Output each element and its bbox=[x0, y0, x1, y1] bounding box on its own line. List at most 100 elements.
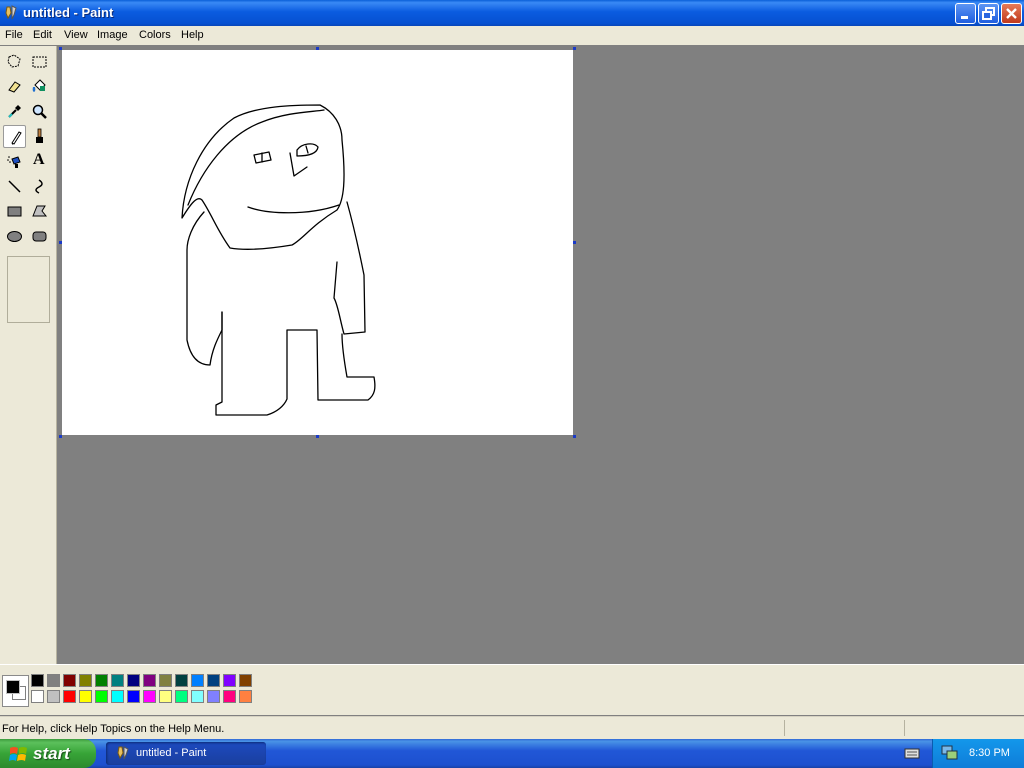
color-swatch[interactable] bbox=[47, 690, 60, 703]
taskbar: start untitled - Paint 8:30 PM bbox=[0, 739, 1024, 768]
color-swatch[interactable] bbox=[207, 674, 220, 687]
start-button[interactable]: start bbox=[0, 739, 96, 768]
tool-options-box[interactable] bbox=[7, 256, 50, 323]
tool-brush[interactable] bbox=[28, 125, 51, 148]
clock[interactable]: 8:30 PM bbox=[969, 747, 1010, 759]
resize-handle bbox=[59, 241, 62, 244]
status-divider bbox=[904, 720, 905, 736]
line-icon bbox=[8, 180, 21, 193]
tool-magnifier[interactable] bbox=[28, 100, 51, 123]
color-swatch[interactable] bbox=[79, 690, 92, 703]
resize-handle bbox=[316, 47, 319, 50]
tool-text[interactable]: A bbox=[28, 150, 51, 173]
status-divider bbox=[784, 720, 785, 736]
eraser-icon bbox=[8, 81, 21, 93]
color-swatch[interactable] bbox=[63, 690, 76, 703]
tool-ellipse[interactable] bbox=[3, 225, 26, 248]
color-swatch[interactable] bbox=[143, 674, 156, 687]
color-swatch[interactable] bbox=[79, 674, 92, 687]
minimize-button[interactable] bbox=[955, 3, 976, 24]
airbrush-icon bbox=[7, 156, 21, 168]
color-swatch[interactable] bbox=[95, 674, 108, 687]
resize-handle-corner[interactable] bbox=[573, 435, 576, 438]
close-button[interactable] bbox=[1001, 3, 1022, 24]
foreground-color bbox=[6, 680, 20, 694]
tool-pick-color[interactable] bbox=[3, 100, 26, 123]
menu-colors[interactable]: Colors bbox=[139, 29, 171, 41]
color-swatch[interactable] bbox=[95, 690, 108, 703]
system-tray: 8:30 PM bbox=[932, 739, 1024, 768]
resize-handle-bottom[interactable] bbox=[316, 435, 319, 438]
color-swatch[interactable] bbox=[239, 690, 252, 703]
color-swatch[interactable] bbox=[47, 674, 60, 687]
tool-airbrush[interactable] bbox=[3, 150, 26, 173]
color-swatch[interactable] bbox=[191, 674, 204, 687]
color-swatch[interactable] bbox=[31, 674, 44, 687]
tool-fill-with-color[interactable] bbox=[28, 75, 51, 98]
tool-polygon[interactable] bbox=[28, 200, 51, 223]
paint-app-icon bbox=[117, 746, 129, 760]
tool-curve[interactable] bbox=[28, 175, 51, 198]
tool-eraser[interactable] bbox=[3, 75, 26, 98]
color-swatch[interactable] bbox=[175, 674, 188, 687]
text-icon: A bbox=[33, 151, 45, 168]
color-box bbox=[0, 664, 1024, 715]
keyboard-icon[interactable] bbox=[904, 746, 920, 760]
color-swatch[interactable] bbox=[191, 690, 204, 703]
menu-view[interactable]: View bbox=[64, 29, 88, 41]
status-help-text: For Help, click Help Topics on the Help … bbox=[2, 723, 225, 735]
start-label: start bbox=[33, 744, 70, 763]
status-bar: For Help, click Help Topics on the Help … bbox=[0, 716, 1024, 739]
menu-file[interactable]: File bbox=[5, 29, 23, 41]
color-swatch[interactable] bbox=[159, 690, 172, 703]
tool-rounded-rectangle[interactable] bbox=[28, 225, 51, 248]
color-swatch[interactable] bbox=[111, 690, 124, 703]
paint-app-icon bbox=[5, 5, 17, 20]
drawing-canvas[interactable] bbox=[62, 50, 573, 435]
resize-handle-right[interactable] bbox=[573, 241, 576, 244]
brush-icon bbox=[36, 128, 43, 143]
color-swatch[interactable] bbox=[223, 674, 236, 687]
color-swatch[interactable] bbox=[223, 690, 236, 703]
color-swatch[interactable] bbox=[127, 674, 140, 687]
minimize-icon bbox=[961, 16, 968, 19]
color-swatch[interactable] bbox=[239, 674, 252, 687]
title-bar[interactable]: untitled - Paint bbox=[0, 0, 1024, 26]
tool-select[interactable] bbox=[28, 50, 51, 73]
resize-handle bbox=[59, 47, 62, 50]
curve-icon bbox=[35, 179, 43, 194]
menu-help[interactable]: Help bbox=[181, 29, 204, 41]
tool-rectangle[interactable] bbox=[3, 200, 26, 223]
network-icon[interactable] bbox=[941, 745, 959, 761]
ellipse-icon bbox=[7, 231, 22, 242]
current-colors[interactable] bbox=[2, 675, 29, 707]
pencil-icon bbox=[11, 131, 22, 145]
color-swatch[interactable] bbox=[63, 674, 76, 687]
menu-edit[interactable]: Edit bbox=[33, 29, 52, 41]
restore-icon bbox=[982, 7, 995, 20]
fill-with-color-icon bbox=[32, 79, 46, 92]
pick-color-icon bbox=[8, 105, 21, 118]
color-swatch[interactable] bbox=[159, 674, 172, 687]
taskbar-item-paint[interactable]: untitled - Paint bbox=[106, 742, 266, 765]
menu-image[interactable]: Image bbox=[97, 29, 128, 41]
tool-pencil[interactable] bbox=[3, 125, 26, 148]
polygon-icon bbox=[32, 205, 48, 217]
color-swatch[interactable] bbox=[175, 690, 188, 703]
color-swatch[interactable] bbox=[127, 690, 140, 703]
magnifier-icon bbox=[32, 104, 47, 119]
resize-handle bbox=[59, 435, 62, 438]
tool-free-form-select[interactable] bbox=[3, 50, 26, 73]
windows-logo-icon bbox=[9, 747, 27, 761]
maximize-button[interactable] bbox=[978, 3, 999, 24]
color-swatch[interactable] bbox=[207, 690, 220, 703]
color-swatch[interactable] bbox=[143, 690, 156, 703]
drawing bbox=[181, 104, 376, 416]
close-icon bbox=[1006, 8, 1017, 19]
free-form-select-icon bbox=[7, 54, 21, 68]
color-swatch[interactable] bbox=[31, 690, 44, 703]
menu-bar: File Edit View Image Colors Help bbox=[0, 26, 1024, 45]
toolbox: A bbox=[0, 46, 57, 664]
tool-line[interactable] bbox=[3, 175, 26, 198]
color-swatch[interactable] bbox=[111, 674, 124, 687]
